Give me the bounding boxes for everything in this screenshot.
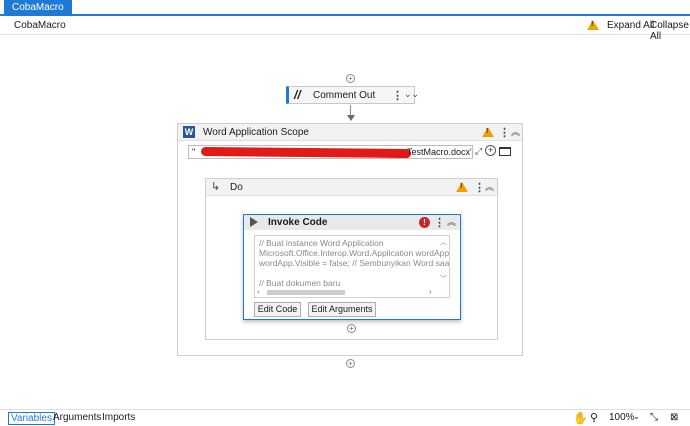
file-path-input[interactable]: " TestMacro.docx" xyxy=(188,145,473,159)
warning-icon[interactable] xyxy=(587,20,599,30)
scroll-right-icon[interactable]: › xyxy=(429,287,432,296)
overview-icon[interactable]: ⊠ xyxy=(670,412,678,423)
collapse-chevron-icon[interactable]: ︽ xyxy=(485,180,494,193)
sequence-arrow-icon: ↳ xyxy=(211,181,221,193)
plus-circle-icon[interactable]: + xyxy=(485,145,496,156)
code-preview[interactable]: // Buat instance Word Application Micros… xyxy=(254,235,450,298)
code-line: Microsoft.Office.Interop.Word.Applicatio… xyxy=(259,248,450,258)
designer-bottom-bar: Variables Arguments Imports ✋ ⚲ 100% ⌄ ⤡… xyxy=(0,409,690,426)
warning-icon[interactable] xyxy=(482,127,494,137)
folder-icon[interactable] xyxy=(499,147,511,156)
more-options-icon[interactable]: ⋮ xyxy=(392,89,403,102)
collapse-all-button[interactable]: Collapse All xyxy=(650,20,690,42)
scope-title: Word Application Scope xyxy=(203,127,309,138)
word-icon: W xyxy=(183,126,195,138)
scroll-down-icon[interactable]: ﹀ xyxy=(440,274,447,284)
scrollbar-thumb[interactable] xyxy=(267,290,345,295)
comment-icon: // xyxy=(294,88,301,102)
tab-arguments[interactable]: Arguments xyxy=(51,412,103,423)
scroll-up-icon[interactable]: ︿ xyxy=(440,237,447,247)
edit-arguments-button[interactable]: Edit Arguments xyxy=(308,302,376,317)
tab-variables[interactable]: Variables xyxy=(8,412,55,425)
scope-header: W Word Application Scope ⋮ ︽ xyxy=(178,124,522,141)
expand-chevron-icon[interactable]: ⌄⌄ xyxy=(404,89,419,100)
path-visible-text: TestMacro.docx" xyxy=(407,147,473,157)
more-options-icon[interactable]: ⋮ xyxy=(434,216,445,229)
do-sequence[interactable]: ↳ Do ⋮ ︽ Invoke Code ! ⋮ ︽ // Buat insta… xyxy=(205,178,498,340)
code-line: wordApp.Visible = false; // Sembunyikan … xyxy=(259,258,450,268)
do-header: ↳ Do ⋮ ︽ xyxy=(206,179,497,196)
breadcrumb[interactable]: CobaMacro xyxy=(14,20,66,31)
horizontal-scrollbar[interactable]: ‹ › xyxy=(255,287,449,297)
tab-cobamacro[interactable]: CobaMacro xyxy=(4,0,72,16)
add-activity-icon[interactable]: + xyxy=(346,359,355,368)
zoom-level[interactable]: 100% xyxy=(609,412,635,423)
collapse-chevron-icon[interactable]: ︽ xyxy=(447,215,456,228)
scroll-left-icon[interactable]: ‹ xyxy=(257,287,260,296)
add-activity-icon[interactable]: + xyxy=(346,74,355,83)
error-icon[interactable]: ! xyxy=(419,217,430,228)
designer-toolbar: CobaMacro Expand All Collapse All xyxy=(0,17,690,42)
connector-arrow-icon xyxy=(347,115,355,121)
chevron-down-icon[interactable]: ⌄ xyxy=(633,412,640,421)
invoke-code-header: Invoke Code ! ⋮ ︽ xyxy=(244,215,460,230)
connector-line xyxy=(350,105,351,115)
warning-icon[interactable] xyxy=(456,182,468,192)
tab-imports[interactable]: Imports xyxy=(100,412,137,423)
word-application-scope[interactable]: W Word Application Scope ⋮ ︽ " TestMacro… xyxy=(177,123,523,356)
expand-all-button[interactable]: Expand All xyxy=(607,20,654,31)
more-options-icon[interactable]: ⋮ xyxy=(474,181,485,194)
collapse-chevron-icon[interactable]: ︽ xyxy=(511,125,520,138)
edit-code-button[interactable]: Edit Code xyxy=(254,302,301,317)
add-activity-icon[interactable]: + xyxy=(347,324,356,333)
expand-field-icon[interactable]: ⤢ xyxy=(475,146,482,157)
redaction-mark xyxy=(200,146,412,158)
invoke-code-activity[interactable]: Invoke Code ! ⋮ ︽ // Buat instance Word … xyxy=(243,214,461,320)
code-line: // Buat instance Word Application xyxy=(259,238,384,248)
fit-to-screen-icon[interactable]: ⤡ xyxy=(650,412,658,423)
zoom-icon[interactable]: ⚲ xyxy=(590,411,598,424)
more-options-icon[interactable]: ⋮ xyxy=(499,126,510,139)
code-line: // Buat dokumen baru xyxy=(259,278,341,288)
do-title: Do xyxy=(230,182,243,193)
comment-out-label: Comment Out xyxy=(313,90,376,101)
play-icon xyxy=(250,217,258,227)
invoke-code-title: Invoke Code xyxy=(268,217,328,228)
path-quote: " xyxy=(192,147,196,157)
comment-out-activity[interactable]: // Comment Out ⋮ ⌄⌄ xyxy=(286,86,419,104)
document-tab-bar: CobaMacro xyxy=(0,0,690,16)
hand-pan-icon[interactable]: ✋ xyxy=(573,411,588,425)
